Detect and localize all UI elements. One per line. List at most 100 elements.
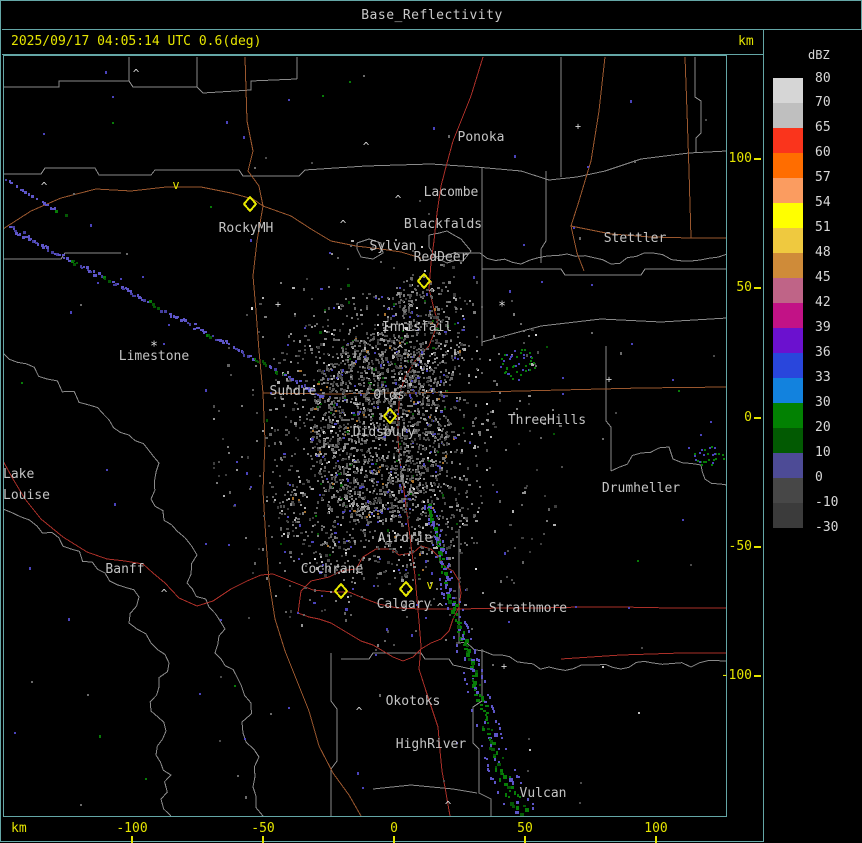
city-label: RedDeer [414,250,469,265]
right-axis-tick-label: 50 [736,280,752,295]
city-label: Vulcan [520,786,567,801]
legend-label: 42 [815,295,831,310]
right-axis-unit: km [738,34,754,49]
legend-label: 65 [815,120,831,135]
bottom-axis-unit: km [11,821,27,836]
legend-label: 60 [815,145,831,160]
legend-label: 48 [815,245,831,260]
site-diamond-icon [398,580,414,598]
legend-label: 30 [815,395,831,410]
boundary-line [4,78,298,94]
city-label: ThreeHills [508,413,586,428]
city-label: Banff [105,562,144,577]
legend-label: 33 [815,370,831,385]
caret-marker-icon: ^ [445,799,452,812]
legend-label: 20 [815,420,831,435]
legend-label: 39 [815,320,831,335]
legend-swatch [773,78,803,103]
city-label: Blackfalds [404,217,482,232]
boundary-line [4,353,264,816]
right-axis-tick [754,546,761,548]
legend-label-top: 80 [815,71,831,86]
legend-swatch [773,453,803,478]
right-axis-tick-label: 100 [728,151,752,166]
plus-marker-icon: + [275,300,281,311]
legend-swatch [773,103,803,128]
radar-map-canvas[interactable]: v v ^ ^ ^ ^ ^ ^ ^ ^ ^ ^ ^ + + + + + * * Ponoka Lacombe Blackfa… [3,55,727,817]
v-marker-icon: v [172,178,179,192]
legend-swatch [773,303,803,328]
bottom-axis-tick-label: -50 [251,821,275,836]
bottom-axis-tick-label: -100 [116,821,148,836]
boundary-line [4,508,172,816]
bottom-axis: km -100 -50 0 50 100 [2,818,763,843]
v-marker-icon: v [426,578,433,592]
radar-echoes [5,71,725,816]
legend-swatch [773,428,803,453]
legend-label: -30 [815,520,839,535]
boundary-line [481,317,726,343]
legend-swatch [773,253,803,278]
right-axis-tick-label: -50 [728,539,752,554]
caret-marker-icon: ^ [395,193,402,206]
city-label: RockyMH [219,221,274,236]
caret-marker-icon: ^ [340,218,347,231]
boundary-line [605,346,612,471]
caret-marker-icon: ^ [41,180,48,193]
city-label: Olds [373,388,404,403]
right-axis-tick [754,675,761,677]
city-label: Sylvan [370,239,417,254]
road-line [560,652,726,660]
city-label: Didsbury [353,425,416,440]
site-diamond-icon [242,195,258,213]
highway-line [684,56,692,239]
city-label: HighRiver [396,737,467,752]
legend-swatch [773,503,803,528]
boundary-line [482,268,726,276]
legend-label: 0 [815,470,823,485]
city-label: Strathmore [489,601,567,616]
legend-swatch [773,228,803,253]
legend-title: dBZ [808,48,830,62]
highway-line [4,186,422,259]
legend-swatch [773,328,803,353]
legend-swatch [773,203,803,228]
city-label: Limestone [119,349,190,364]
legend-swatch [773,478,803,503]
legend-swatch [773,178,803,203]
city-label: Innisfail [382,320,452,335]
legend-swatch [773,403,803,428]
legend-swatch [773,278,803,303]
legend-swatch [773,353,803,378]
city-label: Airdrie [378,531,433,546]
status-bar: 2025/09/17 04:05:14 UTC 0.6(deg) km [2,30,763,55]
bottom-axis-tick-label: 50 [517,821,533,836]
city-label: Louise [4,488,50,503]
city-label: Stettler [604,231,667,246]
boundary-line [372,784,478,794]
city-label: Lacombe [424,185,479,200]
radar-map-svg: vv^^^^^^^^^^^+++++**PonokaLacombeBlackfa… [4,56,726,816]
city-label: Drumheller [602,481,680,496]
boundary-line [610,446,726,486]
boundary-line [455,641,726,671]
city-label: Lake [4,467,34,482]
window-title: Base_Reflectivity [2,2,862,30]
legend-label: 36 [815,345,831,360]
asterisk-marker-icon: * [498,300,506,315]
legend-label: 51 [815,220,831,235]
caret-marker-icon: ^ [429,286,436,299]
legend-label: 57 [815,170,831,185]
boundary-line [330,653,338,816]
highway-line [570,56,606,272]
boundary-line [694,57,702,153]
legend-label: 45 [815,270,831,285]
radar-app-window: Base_Reflectivity 2025/09/17 04:05:14 UT… [0,0,862,843]
legend-swatch [773,128,803,153]
caret-marker-icon: ^ [133,67,140,80]
scan-timestamp: 2025/09/17 04:05:14 UTC 0.6(deg) [11,34,262,49]
plus-marker-icon: + [354,400,360,411]
boundary-line [341,652,472,670]
caret-marker-icon: ^ [161,587,168,600]
bottom-axis-tick-label: 100 [644,821,668,836]
